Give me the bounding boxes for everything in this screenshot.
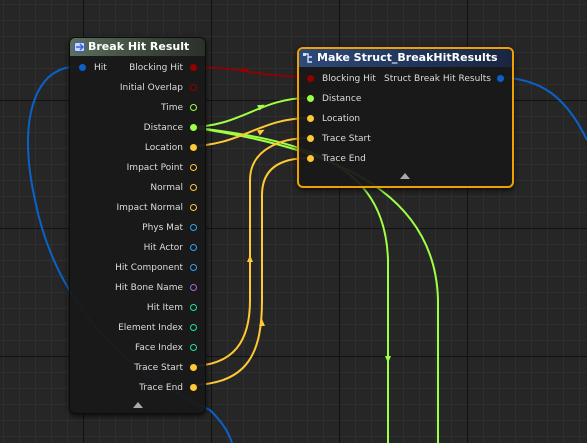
pin-label-distance: Distance (322, 94, 362, 104)
pin-row-impact-point[interactable]: Impact Point (127, 162, 197, 174)
hit-input-pin[interactable] (79, 64, 86, 71)
trace-end-input-pin[interactable] (307, 155, 314, 162)
make-node-header[interactable]: Make Struct_BreakHitResults (299, 49, 512, 67)
trace-start-input-pin[interactable] (307, 135, 314, 142)
pin-row-hit-actor[interactable]: Hit Actor (144, 242, 197, 254)
pin-label-hit-actor: Hit Actor (143, 243, 183, 253)
normal-output-pin[interactable] (190, 184, 197, 191)
pin-row-initial-overlap[interactable]: Initial Overlap (120, 82, 197, 94)
pin-label-face-index: Face Index (135, 343, 183, 353)
pin-row-trace-start[interactable]: Trace Start (307, 133, 371, 145)
trace-start-output-pin[interactable] (190, 364, 197, 371)
distance-down-wire-1-arrow-0 (385, 356, 391, 363)
distance-input-pin[interactable] (307, 95, 314, 102)
distance-wire[interactable] (189, 97, 309, 128)
pin-label-trace-start: Trace Start (134, 363, 183, 373)
make-struct-icon (303, 53, 312, 63)
impact-normal-output-pin[interactable] (190, 204, 197, 211)
pin-row-blocking-hit[interactable]: Blocking Hit (129, 62, 197, 74)
initial-overlap-output-pin[interactable] (190, 84, 197, 91)
pin-label-hit-bone-name: Hit Bone Name (115, 283, 183, 293)
pin-label-trace-end: Trace End (322, 154, 366, 164)
pin-row-location[interactable]: Location (307, 113, 360, 125)
pin-label-blocking-hit: Blocking Hit (322, 74, 376, 84)
pin-label-phys-mat: Phys Mat (142, 223, 183, 233)
pin-label-trace-start: Trace Start (322, 134, 371, 144)
pin-row-distance[interactable]: Distance (144, 122, 197, 134)
pin-label-hit-component: Hit Component (115, 263, 183, 273)
pin-row-distance[interactable]: Distance (307, 93, 361, 105)
pin-label-impact-normal: Impact Normal (116, 203, 183, 213)
collapse-arrow-icon[interactable] (400, 173, 410, 179)
hit-component-output-pin[interactable] (190, 264, 197, 271)
break-hit-result-node[interactable]: Break Hit Result Hit Blocking Hit Initial… (69, 37, 206, 414)
face-index-output-pin[interactable] (190, 344, 197, 351)
pin-row-location[interactable]: Location (145, 142, 197, 154)
pin-row-face-index[interactable]: Face Index (135, 342, 197, 354)
trace-start-wire[interactable] (189, 137, 310, 367)
distance-output-pin[interactable] (190, 124, 197, 131)
pin-label-impact-point: Impact Point (126, 163, 183, 173)
pin-row-struct-break-hit-results[interactable]: Struct Break Hit Results (384, 73, 504, 85)
struct-output-pin[interactable] (497, 75, 504, 82)
pin-row-hit-item[interactable]: Hit Item (147, 302, 197, 314)
pin-label-initial-overlap: Initial Overlap (119, 83, 183, 93)
hit-item-output-pin[interactable] (190, 304, 197, 311)
location-output-pin[interactable] (190, 144, 197, 151)
pin-label-normal: Normal (150, 183, 183, 193)
pin-row-blocking-hit[interactable]: Blocking Hit (307, 73, 376, 85)
location-wire[interactable] (189, 117, 310, 147)
phys-mat-output-pin[interactable] (190, 224, 197, 231)
pin-row-impact-normal[interactable]: Impact Normal (116, 202, 197, 214)
pin-row-element-index[interactable]: Element Index (118, 322, 197, 334)
pin-label-blocking-hit: Blocking Hit (129, 63, 183, 73)
hit-bone-name-output-pin[interactable] (190, 284, 197, 291)
location-input-pin[interactable] (307, 115, 314, 122)
pin-row-normal[interactable]: Normal (150, 182, 197, 194)
pin-label-location: Location (144, 143, 183, 153)
pin-row-trace-end[interactable]: Trace End (307, 153, 366, 165)
pin-label-hit-item: Hit Item (146, 303, 183, 313)
impact-point-output-pin[interactable] (190, 164, 197, 171)
pin-row-phys-mat[interactable]: Phys Mat (142, 222, 197, 234)
make-node-title: Make Struct_BreakHitResults (317, 51, 498, 64)
pin-row-trace-end[interactable]: Trace End (139, 382, 197, 394)
collapse-arrow-icon[interactable] (133, 402, 143, 408)
blocking-hit-input-pin[interactable] (307, 75, 314, 82)
pin-label-trace-end: Trace End (139, 383, 183, 393)
pin-label-hit: Hit (94, 63, 107, 73)
blocking-hit-output-pin[interactable] (190, 64, 197, 71)
pin-row-hit[interactable]: Hit (79, 62, 107, 74)
hit-actor-output-pin[interactable] (190, 244, 197, 251)
pin-label-struct-break-hit-results: Struct Break Hit Results (384, 74, 491, 84)
struct-node-icon (74, 42, 85, 52)
pin-row-hit-component[interactable]: Hit Component (115, 262, 197, 274)
pin-row-time[interactable]: Time (161, 102, 197, 114)
break-node-title: Break Hit Result (88, 40, 190, 53)
pin-label-element-index: Element Index (118, 323, 183, 333)
element-index-output-pin[interactable] (190, 324, 197, 331)
make-struct-node[interactable]: Make Struct_BreakHitResults Blocking Hit… (297, 47, 514, 188)
pin-row-trace-start[interactable]: Trace Start (134, 362, 197, 374)
pin-row-hit-bone-name[interactable]: Hit Bone Name (115, 282, 197, 294)
pin-label-location: Location (322, 114, 361, 124)
pin-label-distance: Distance (143, 123, 183, 133)
trace-start-wire-arrow-0 (247, 255, 253, 262)
time-output-pin[interactable] (190, 104, 197, 111)
trace-end-output-pin[interactable] (190, 384, 197, 391)
break-node-header[interactable]: Break Hit Result (70, 38, 205, 56)
blocking-hit-wire[interactable] (192, 66, 310, 78)
pin-label-time: Time (160, 103, 183, 113)
